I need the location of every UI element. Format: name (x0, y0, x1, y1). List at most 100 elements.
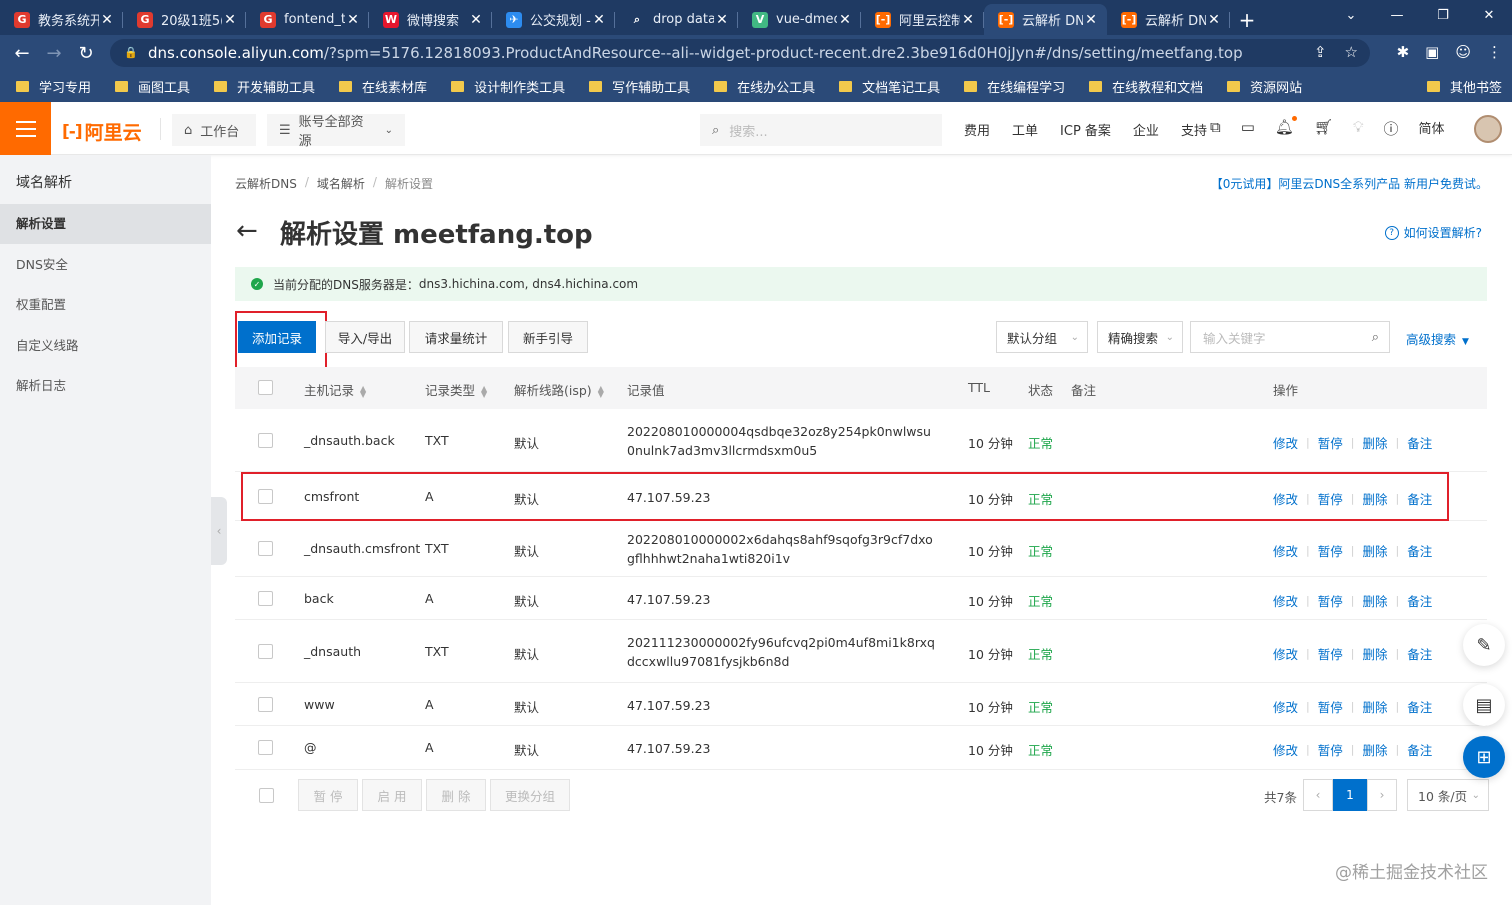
breadcrumb-link[interactable]: 云解析DNS (235, 175, 297, 192)
row-op-link[interactable]: 修改 (1273, 433, 1298, 452)
page-size-select[interactable]: 10 条/页 ⌄ (1407, 779, 1489, 811)
browser-tab[interactable]: ✈ 公交规划 - ✕ (492, 4, 615, 35)
header-line[interactable]: 解析线路(isp) ▲ ▼ (514, 380, 604, 399)
bookmark-folder[interactable]: 开发辅助工具 (214, 77, 315, 96)
sidebar-item-log[interactable]: 解析日志 (0, 366, 211, 406)
bookmark-folder[interactable]: 在线素材库 (339, 77, 427, 96)
language-switch[interactable]: 简体 (1419, 118, 1445, 139)
sidebar-item-custom-line[interactable]: 自定义线路 (0, 326, 211, 366)
sidepanel-icon[interactable]: ▣ (1425, 43, 1439, 61)
new-tab-button[interactable]: + (1230, 4, 1264, 35)
newbie-guide-button[interactable]: 新手引导 (508, 321, 588, 353)
nav-link-billing[interactable]: 费用 (964, 120, 990, 139)
close-icon[interactable]: ✕ (1083, 12, 1099, 28)
bookmark-folder[interactable]: 在线编程学习 (964, 77, 1065, 96)
aliyun-logo[interactable]: [-] 阿里云 (62, 118, 142, 145)
terminal-icon[interactable]: ▭ (1241, 118, 1255, 139)
header-type[interactable]: 记录类型 ▲ ▼ (425, 380, 487, 399)
browser-tab[interactable]: G 20级1班5(✕ (123, 4, 246, 35)
app-icon[interactable]: ⧉ (1210, 118, 1221, 139)
lightbulb-icon[interactable]: 💡︎ (1353, 118, 1364, 139)
bookmark-folder[interactable]: 资源网站 (1227, 77, 1302, 96)
row-op-link[interactable]: 修改 (1273, 591, 1298, 610)
menu-toggle-button[interactable] (0, 102, 51, 155)
nav-link-ticket[interactable]: 工单 (1012, 120, 1038, 139)
resources-dropdown[interactable]: ☰ 账号全部资源 ⌄ (267, 114, 405, 149)
group-select[interactable]: 默认分组 ⌄ (996, 321, 1088, 353)
select-all-checkbox[interactable] (258, 380, 273, 395)
browser-tab[interactable]: [-] 阿里云控制 ✕ (861, 4, 984, 35)
row-op-link[interactable]: 暂停 (1318, 697, 1343, 716)
sidebar-collapse-button[interactable]: ‹ (211, 497, 227, 565)
import-export-button[interactable]: 导入/导出 (325, 321, 405, 353)
bookmark-folder[interactable]: 学习专用 (16, 77, 91, 96)
chevron-down-icon[interactable]: ⌄ (1328, 0, 1374, 30)
change-group-button[interactable]: 更换分组 (490, 779, 570, 811)
page-number-button[interactable]: 1 (1333, 779, 1367, 811)
row-op-link[interactable]: 备注 (1407, 644, 1432, 663)
close-icon[interactable]: ✕ (468, 12, 484, 28)
browser-tab[interactable]: Gfontend_t ✕ (246, 4, 369, 35)
bookmark-folder[interactable]: 画图工具 (115, 77, 190, 96)
prev-page-button[interactable]: ‹ (1303, 779, 1333, 811)
bell-icon[interactable]: 🔔︎ (1275, 116, 1298, 139)
howto-link[interactable]: ? 如何设置解析? (1384, 224, 1482, 241)
row-op-link[interactable]: 修改 (1273, 697, 1298, 716)
sidebar-item-dns-security[interactable]: DNS安全 (0, 245, 211, 285)
nav-link-support[interactable]: 支持 (1181, 120, 1207, 139)
row-op-link[interactable]: 暂停 (1318, 541, 1343, 560)
help-icon[interactable]: ⓘ (1384, 118, 1399, 139)
url-field[interactable]: 🔒 dns.console.aliyun.com/?spm=5176.12818… (110, 39, 1370, 67)
workbench-button[interactable]: ⌂ 工作台 (172, 114, 256, 146)
request-stats-button[interactable]: 请求量统计 (409, 321, 503, 353)
row-op-link[interactable]: 暂停 (1318, 644, 1343, 663)
bookmark-folder[interactable]: 在线教程和文档 (1089, 77, 1203, 96)
reload-icon[interactable]: ↻ (70, 43, 102, 64)
close-icon[interactable]: ✕ (1466, 0, 1512, 30)
row-op-link[interactable]: 修改 (1273, 541, 1298, 560)
keyword-input[interactable]: 输入关键字 ⌕ (1190, 321, 1390, 353)
next-page-button[interactable]: › (1367, 779, 1397, 811)
browser-tab[interactable]: W 微博搜索 ✕ (369, 4, 492, 35)
pause-button[interactable]: 暂 停 (298, 779, 358, 811)
browser-tab[interactable]: G 教务系统开 ✕ (0, 4, 123, 35)
restore-icon[interactable]: ❐ (1420, 0, 1466, 30)
header-host[interactable]: 主机记录 ▲ ▼ (304, 380, 366, 399)
row-checkbox[interactable] (258, 541, 273, 556)
nav-link-enterprise[interactable]: 企业 (1133, 120, 1159, 139)
bookmark-folder[interactable]: 文档笔记工具 (839, 77, 940, 96)
search-mode-select[interactable]: 精确搜索 ⌄ (1097, 321, 1183, 353)
row-op-link[interactable]: 备注 (1407, 591, 1432, 610)
promo-link[interactable]: 【0元试用】阿里云DNS全系列产品 新用户免费试。 (1211, 175, 1488, 192)
close-icon[interactable]: ✕ (714, 12, 730, 28)
close-icon[interactable]: ✕ (345, 12, 361, 28)
row-checkbox[interactable] (258, 697, 273, 712)
sidebar-item-setting[interactable]: 解析设置 (0, 204, 211, 244)
bookmark-folder[interactable]: 设计制作类工具 (451, 77, 565, 96)
close-icon[interactable]: ✕ (591, 12, 607, 28)
row-op-link[interactable]: 备注 (1407, 740, 1432, 759)
browser-tab[interactable]: Vvue-dmeo ✕ (738, 4, 861, 35)
back-arrow-icon[interactable]: ← (236, 216, 258, 246)
close-icon[interactable]: ✕ (960, 12, 976, 28)
bookmark-folder[interactable]: 写作辅助工具 (589, 77, 690, 96)
console-search-input[interactable]: ⌕ 搜索... (700, 114, 942, 146)
bookmark-folder[interactable]: 在线办公工具 (714, 77, 815, 96)
browser-tab[interactable]: [-] 云解析 DN ✕ (984, 4, 1107, 35)
row-checkbox[interactable] (258, 591, 273, 606)
forward-icon[interactable]: → (38, 43, 70, 64)
row-op-link[interactable]: 删除 (1362, 433, 1387, 452)
enable-button[interactable]: 启 用 (362, 779, 422, 811)
nav-link-icp[interactable]: ICP 备案 (1060, 120, 1111, 139)
feedback-float-button[interactable]: ▤ (1463, 684, 1505, 726)
close-icon[interactable]: ✕ (1206, 12, 1222, 28)
close-icon[interactable]: ✕ (837, 12, 853, 28)
star-icon[interactable]: ☆ (1345, 43, 1358, 61)
row-checkbox[interactable] (258, 740, 273, 755)
select-all-checkbox-bottom[interactable] (259, 788, 274, 803)
avatar[interactable] (1474, 115, 1502, 143)
close-icon[interactable]: ✕ (222, 12, 238, 28)
row-op-link[interactable]: 删除 (1362, 591, 1387, 610)
browser-tab[interactable]: ⌕ drop data ✕ (615, 4, 738, 35)
row-op-link[interactable]: 备注 (1407, 541, 1432, 560)
